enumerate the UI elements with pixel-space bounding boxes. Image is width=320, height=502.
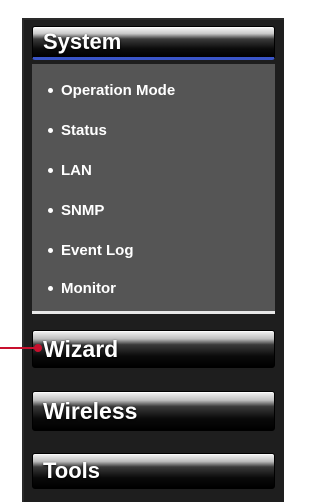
menu-wireless-button[interactable]: Wireless <box>32 391 275 431</box>
bullet-icon <box>48 207 53 213</box>
menu-tools-label: Tools <box>43 458 101 483</box>
submenu-item-operation-mode[interactable]: Operation Mode <box>48 80 175 100</box>
annotation-pointer-line <box>0 347 38 349</box>
submenu-item-event-log[interactable]: Event Log <box>48 240 134 260</box>
menu-wizard-label: Wizard <box>43 335 119 362</box>
submenu-item-label: Status <box>61 121 107 139</box>
submenu-item-monitor[interactable]: Monitor <box>48 278 116 298</box>
bullet-icon <box>48 167 53 173</box>
menu-wizard-button[interactable]: Wizard <box>32 330 275 368</box>
submenu-item-lan[interactable]: LAN <box>48 160 92 180</box>
bullet-icon <box>48 127 53 133</box>
submenu-item-label: Operation Mode <box>61 81 176 99</box>
submenu-item-label: LAN <box>61 161 92 179</box>
submenu-item-label: Monitor <box>61 279 116 297</box>
menu-system-label: System <box>43 29 122 54</box>
submenu-item-label: Event Log <box>61 241 134 259</box>
menu-wireless-label: Wireless <box>43 397 138 424</box>
bullet-icon <box>48 285 53 291</box>
submenu-item-label: SNMP <box>61 201 105 219</box>
submenu-item-status[interactable]: Status <box>48 120 107 140</box>
bullet-icon <box>48 87 53 93</box>
annotation-pointer-dot <box>34 344 42 352</box>
menu-tools-button[interactable]: Tools <box>32 453 275 489</box>
submenu-item-snmp[interactable]: SNMP <box>48 200 104 220</box>
system-submenu: Operation Mode Status LAN SNMP Event Log… <box>32 64 275 314</box>
menu-system-button[interactable]: System <box>32 26 275 60</box>
bullet-icon <box>48 247 53 253</box>
